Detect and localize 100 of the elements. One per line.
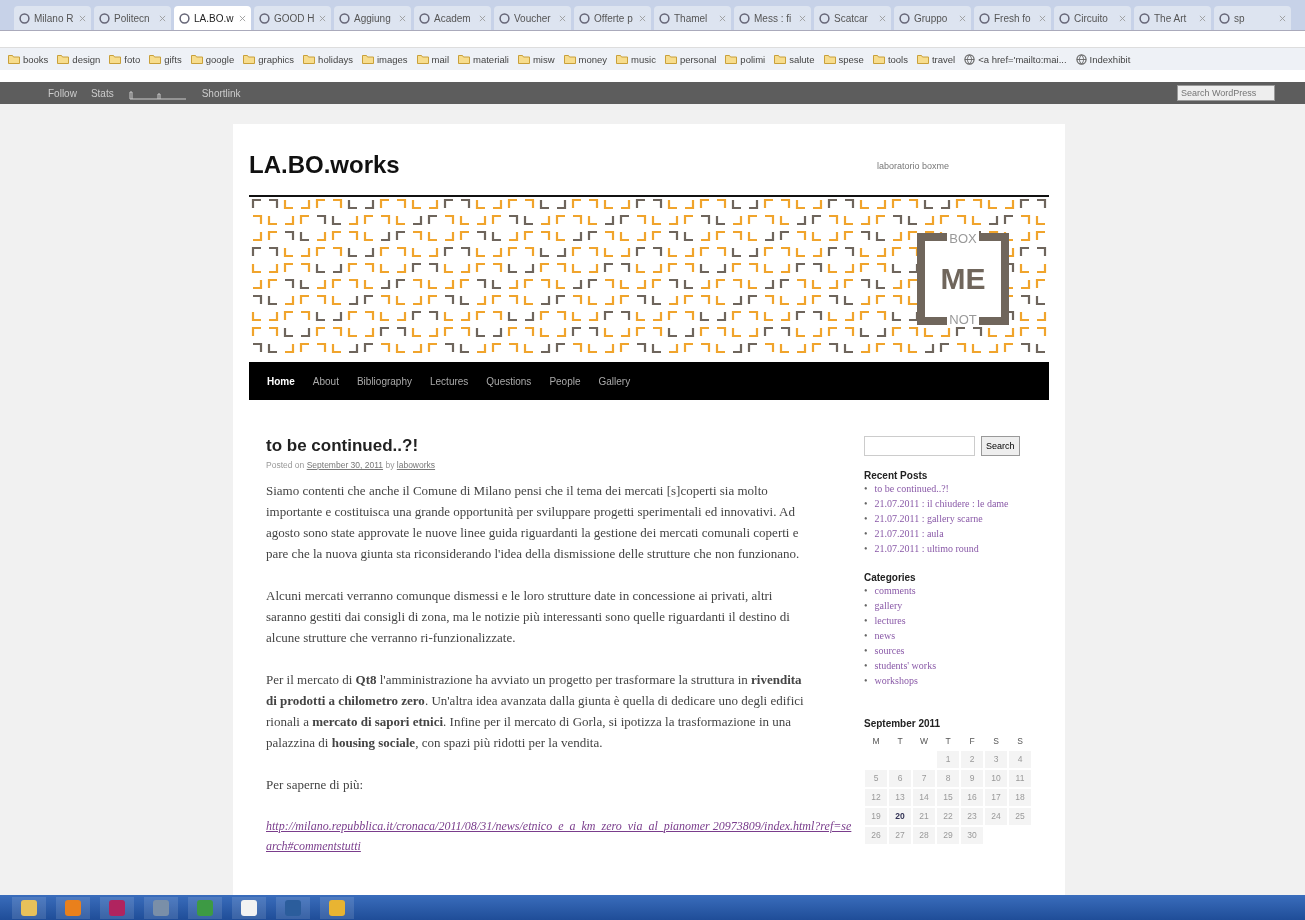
bookmark[interactable]: google	[190, 53, 235, 65]
bookmark[interactable]: music	[616, 53, 656, 65]
close-icon[interactable]	[79, 14, 86, 22]
recent-post-link[interactable]: 21.07.2011 : aula	[874, 526, 944, 541]
browser-tab[interactable]: Fresh fo	[974, 6, 1051, 30]
bookmark[interactable]: polimi	[725, 53, 766, 65]
close-icon[interactable]	[959, 14, 966, 22]
bookmark[interactable]: salute	[774, 53, 815, 65]
browser-tab[interactable]: Thamel	[654, 6, 731, 30]
close-icon[interactable]	[399, 14, 406, 22]
recent-post-link[interactable]: to be continued..?!	[874, 481, 949, 496]
calendar-day: 6	[889, 770, 911, 787]
taskbar-button[interactable]	[56, 896, 90, 919]
browser-tab[interactable]: Circuito	[1054, 6, 1131, 30]
close-icon[interactable]	[879, 14, 886, 22]
taskbar-button[interactable]	[12, 896, 46, 919]
bookmark[interactable]: images	[361, 53, 408, 65]
nav-link[interactable]: Gallery	[598, 375, 631, 387]
nav-link[interactable]: Lectures	[430, 375, 469, 387]
site-icon	[179, 12, 190, 24]
browser-tab[interactable]: The Art	[1134, 6, 1211, 30]
admin-menu-item[interactable]: Stats	[90, 87, 114, 99]
nav-link[interactable]: Questions	[486, 375, 532, 387]
browser-tab[interactable]: Voucher	[494, 6, 571, 30]
search-button[interactable]: Search	[981, 436, 1020, 456]
calendar-day: 21	[913, 808, 935, 825]
browser-tab[interactable]: sp	[1214, 6, 1291, 30]
bookmark[interactable]: graphics	[243, 53, 295, 65]
bookmark[interactable]: misw	[517, 53, 555, 65]
bookmark[interactable]: travel	[916, 53, 956, 65]
bookmark[interactable]: <a href='mailto:mai...	[964, 53, 1067, 65]
category-link[interactable]: comments	[874, 583, 916, 598]
bookmark[interactable]: gifts	[149, 53, 182, 65]
list-bullet: •	[864, 659, 868, 673]
category-link[interactable]: sources	[874, 643, 905, 658]
bookmark[interactable]: money	[563, 53, 608, 65]
browser-tab[interactable]: Academ	[414, 6, 491, 30]
nav-link[interactable]: Home	[267, 375, 295, 387]
admin-menu-item[interactable]: Shortlink	[201, 87, 241, 99]
calendar-day: 28	[913, 827, 935, 844]
close-icon[interactable]	[239, 14, 246, 22]
taskbar-button[interactable]	[232, 896, 266, 919]
bookmark[interactable]: design	[57, 53, 101, 65]
bookmark[interactable]: mail	[416, 53, 449, 65]
close-icon[interactable]	[639, 14, 646, 22]
close-icon[interactable]	[559, 14, 566, 22]
browser-tab[interactable]: Gruppo	[894, 6, 971, 30]
nav-link[interactable]: About	[312, 375, 339, 387]
browser-tab[interactable]: Aggiung	[334, 6, 411, 30]
article-link[interactable]: http://milano.repubblica.it/cronaca/2011/08/31/news/etnico_e_a_km_zero_via_al_pianomer 20973809/index.html?ref=search#commentstutti	[266, 816, 856, 856]
calendar-day: 23	[961, 808, 983, 825]
category-link[interactable]: news	[874, 628, 896, 643]
taskbar-button[interactable]	[320, 896, 354, 919]
bookmark[interactable]: spese	[823, 53, 864, 65]
bookmark[interactable]: Indexhibit	[1075, 53, 1131, 65]
close-icon[interactable]	[799, 14, 806, 22]
close-icon[interactable]	[1199, 14, 1206, 22]
category-link[interactable]: lectures	[874, 613, 906, 628]
bookmark[interactable]: books	[8, 53, 49, 65]
date-link[interactable]: September 30, 2011	[306, 460, 384, 470]
close-icon[interactable]	[1279, 14, 1286, 22]
category-link[interactable]: gallery	[874, 598, 903, 613]
close-icon[interactable]	[479, 14, 486, 22]
site-title[interactable]: LA.BO.works	[249, 151, 400, 179]
close-icon[interactable]	[159, 14, 166, 22]
search-field[interactable]: Search WordPress	[1177, 85, 1275, 101]
admin-menu-item[interactable]: Follow	[48, 87, 77, 99]
browser-tab[interactable]: Offerte p	[574, 6, 651, 30]
author-link[interactable]: laboworks	[396, 460, 436, 470]
bookmark[interactable]: foto	[109, 53, 141, 65]
browser-tab[interactable]: Scatcar	[814, 6, 891, 30]
category-link[interactable]: workshops	[874, 673, 918, 688]
browser-tab[interactable]: LA.BO.w	[174, 6, 251, 30]
calendar-day-link[interactable]: 20	[889, 808, 911, 825]
recent-post-link[interactable]: 21.07.2011 : ultimo round	[874, 541, 979, 556]
browser-tab[interactable]: Politecn	[94, 6, 171, 30]
nav-link[interactable]: People	[549, 375, 581, 387]
close-icon[interactable]	[1119, 14, 1126, 22]
post-paragraph: Siamo contenti che anche il Comune di Milano pensi che il tema dei mercati [s]coperti sia molto importante e costituisca una grande opportunità per sviluppare progetti sperimentali ed innovativi. Ad agosto sono state approvate le nuove linee guida riguardanti la gestione dei mercati comunali coperti e pare che la nuova giunta sta riconsiderando l'idea della dismissione delle strutture che non funzionano.	[266, 482, 801, 563]
calendar-day: 14	[913, 789, 935, 806]
search-field[interactable]	[864, 436, 975, 456]
recent-post-link[interactable]: 21.07.2011 : gallery scarne	[874, 511, 983, 526]
bookmark[interactable]: tools	[872, 53, 908, 65]
close-icon[interactable]	[1039, 14, 1046, 22]
calendar-day: 27	[889, 827, 911, 844]
calendar-day: 2	[961, 751, 983, 768]
recent-post-link[interactable]: 21.07.2011 : il chiudere : le dame	[874, 496, 1009, 511]
post-meta: Posted on September 30, 2011 by laboworks	[266, 460, 437, 470]
close-icon[interactable]	[319, 14, 326, 22]
browser-tab[interactable]: Milano R	[14, 6, 91, 30]
site-icon	[99, 12, 110, 24]
close-icon[interactable]	[719, 14, 726, 22]
browser-tab[interactable]: GOOD H	[254, 6, 331, 30]
nav-link[interactable]: Bibliography	[356, 375, 412, 387]
bookmark[interactable]: personal	[664, 53, 717, 65]
post-title[interactable]: to be continued..?!	[266, 436, 841, 456]
browser-tab[interactable]: Mess : fi	[734, 6, 811, 30]
bookmark[interactable]: holidays	[303, 53, 353, 65]
bookmark[interactable]: materiali	[458, 53, 509, 65]
category-link[interactable]: students' works	[874, 658, 937, 673]
